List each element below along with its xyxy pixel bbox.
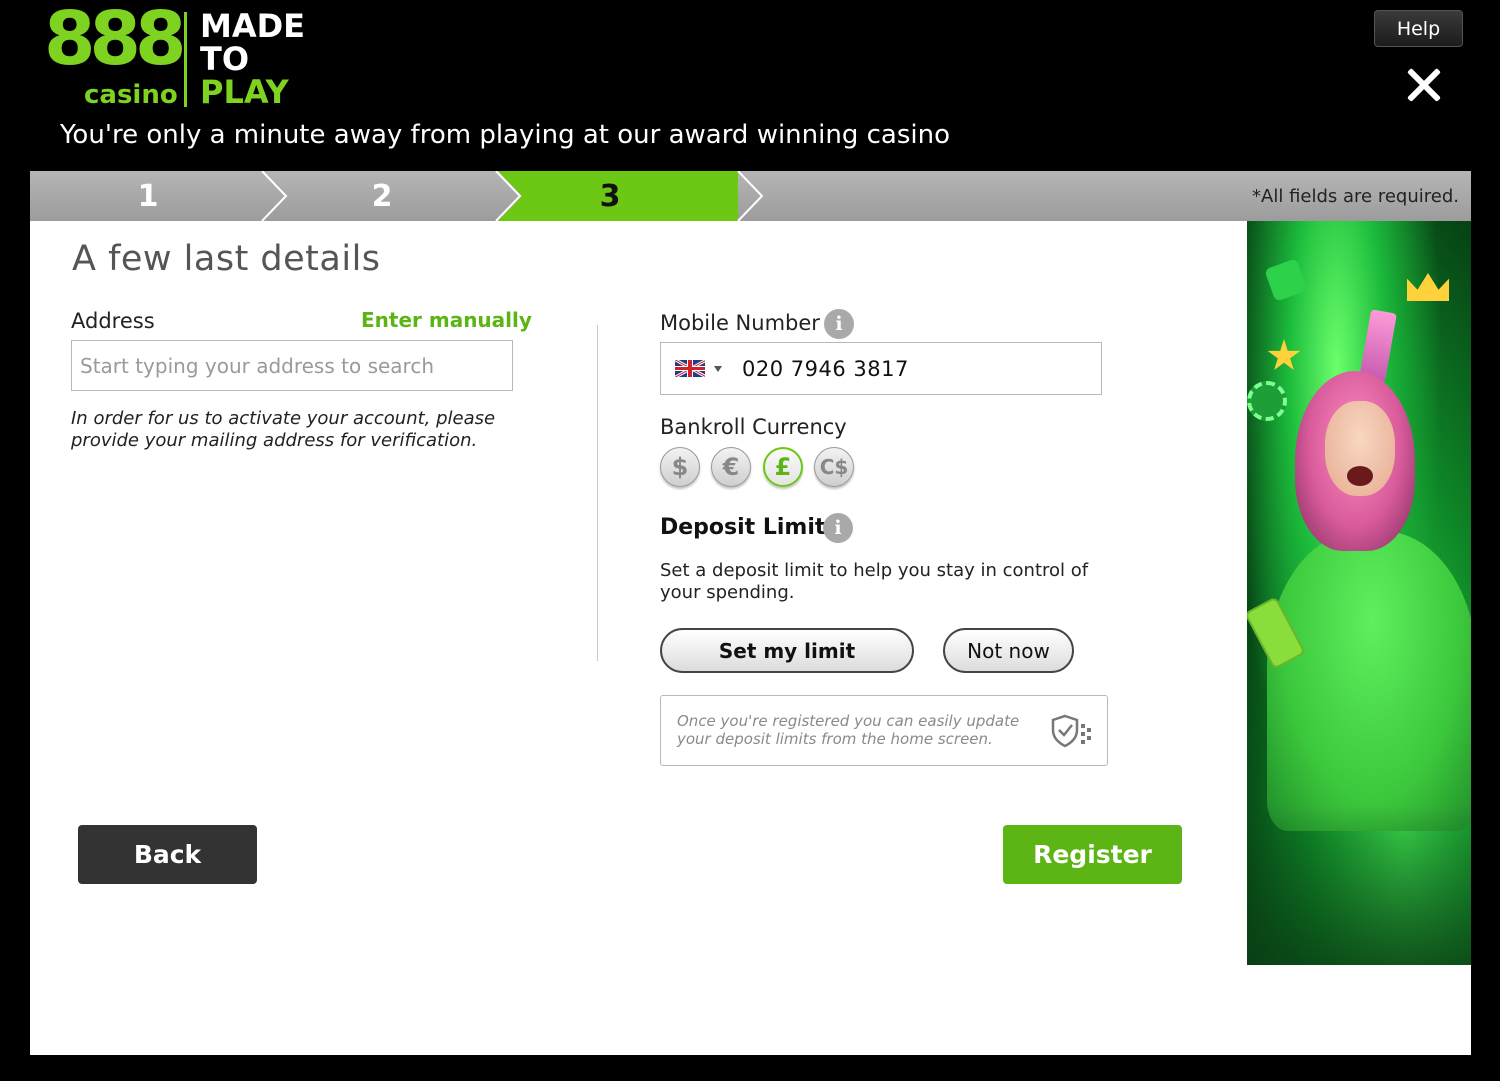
mobile-number-value[interactable]: 020 7946 3817 <box>742 357 909 381</box>
logo-separator <box>184 12 187 107</box>
deposit-info-icon[interactable]: i <box>823 513 853 543</box>
step-chevron-icon <box>737 171 764 221</box>
currency-eur-button[interactable]: € <box>711 447 751 487</box>
mobile-label: Mobile Number <box>660 311 820 335</box>
slogan-line-1: MADE <box>200 7 306 45</box>
dice-icon <box>1264 258 1308 302</box>
slogan-line-3: PLAY <box>200 73 289 111</box>
step-2: 2 <box>371 178 393 214</box>
promo-glow <box>1247 805 1471 965</box>
register-button[interactable]: Register <box>1003 825 1182 884</box>
column-divider <box>597 325 598 661</box>
slogan-line-2: TO <box>200 40 250 78</box>
star-icon <box>1267 339 1301 370</box>
not-now-button[interactable]: Not now <box>943 628 1074 673</box>
mobile-number-field[interactable]: 020 7946 3817 <box>660 342 1102 395</box>
header: 888 casino MADE TO PLAY Help You're only… <box>0 0 1500 170</box>
close-icon[interactable] <box>1405 66 1443 104</box>
deposit-limit-title: Deposit Limit <box>660 515 826 540</box>
page-title: A few last details <box>72 239 381 279</box>
deposit-limit-description: Set a deposit limit to help you stay in … <box>660 560 1089 603</box>
person-mouth <box>1347 466 1373 486</box>
registration-panel: A few last details Address Enter manuall… <box>30 221 1471 1055</box>
shield-check-icon <box>1051 714 1091 748</box>
crown-icon <box>1407 273 1449 301</box>
help-button[interactable]: Help <box>1374 10 1463 47</box>
logo-slogan: MADE TO PLAY <box>200 10 305 109</box>
required-note: *All fields are required. <box>1252 185 1459 207</box>
logo-sub: casino <box>84 80 178 110</box>
uk-flag-icon[interactable] <box>675 360 705 377</box>
currency-cad-button[interactable]: C$ <box>814 447 854 487</box>
promo-image <box>1247 221 1471 965</box>
address-search-input[interactable] <box>71 340 513 391</box>
deposit-info-text: Once you're registered you can easily up… <box>677 712 1020 748</box>
enter-manually-link[interactable]: Enter manually <box>361 308 532 332</box>
brand-logo: 888 casino MADE TO PLAY <box>44 2 324 110</box>
deposit-info-box: Once you're registered you can easily up… <box>660 695 1108 766</box>
set-my-limit-button[interactable]: Set my limit <box>660 628 914 673</box>
step-3: 3 <box>599 178 621 214</box>
address-label: Address <box>71 309 155 333</box>
logo-number: 888 <box>44 0 186 82</box>
person-body <box>1267 531 1471 831</box>
back-button[interactable]: Back <box>78 825 257 884</box>
mobile-info-icon[interactable]: i <box>824 309 854 339</box>
progress-steps: 1 2 3 *All fields are required. <box>30 171 1471 221</box>
address-note: In order for us to activate your account… <box>71 408 496 451</box>
currency-label: Bankroll Currency <box>660 415 847 439</box>
country-dropdown-caret-icon[interactable] <box>714 365 722 372</box>
casino-chip-icon <box>1247 381 1287 421</box>
step-1: 1 <box>137 178 159 214</box>
currency-gbp-button[interactable]: £ <box>763 447 803 487</box>
tagline: You're only a minute away from playing a… <box>60 120 950 150</box>
currency-usd-button[interactable]: $ <box>660 447 700 487</box>
